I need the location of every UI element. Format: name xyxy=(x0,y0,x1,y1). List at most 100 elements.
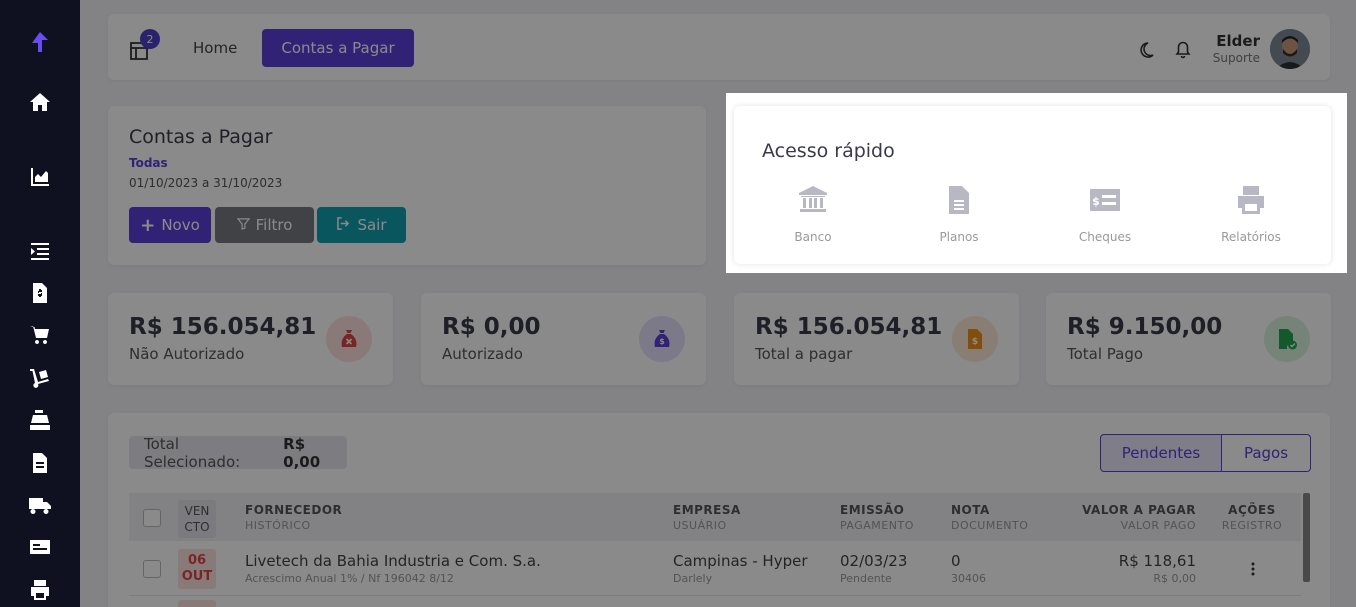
col-fornecedor[interactable]: FORNECEDOR xyxy=(245,503,342,517)
quick-access-panel: Acesso rápido Banco Planos $ Cheques Rel… xyxy=(726,93,1347,273)
row-nota: 0 xyxy=(951,552,961,570)
col-registro: REGISTRO xyxy=(1221,519,1283,532)
plus-icon: + xyxy=(140,214,156,236)
col-emissao[interactable]: EMISSÃO xyxy=(840,503,904,517)
row-fornecedor[interactable]: Livetech da Bahia Industria e Com. S.a. xyxy=(245,552,541,570)
table-scrollbar[interactable] xyxy=(1303,493,1310,582)
stat-label: Total a pagar xyxy=(755,345,853,363)
col-venc-line1: VEN xyxy=(184,504,210,518)
svg-text:$: $ xyxy=(659,337,665,346)
sidebar xyxy=(0,0,80,607)
row-divider xyxy=(129,595,1301,596)
dolly-icon[interactable] xyxy=(26,364,54,392)
row-emissao: 02/03/23 xyxy=(840,552,908,570)
col-valor-pago: VALOR PAGO xyxy=(1120,519,1196,532)
sair-button[interactable]: Sair xyxy=(317,207,406,243)
row-historico: Acrescimo Anual 1% / Nf 196042 8/12 xyxy=(245,572,454,585)
quick-banco-label: Banco xyxy=(794,230,832,244)
brand-logo-icon[interactable] xyxy=(26,28,54,56)
file-icon[interactable] xyxy=(26,449,54,477)
bell-icon[interactable] xyxy=(1173,39,1193,59)
col-nota[interactable]: NOTA xyxy=(951,503,990,517)
printer-icon[interactable] xyxy=(26,576,54,604)
select-all-checkbox[interactable] xyxy=(143,509,161,527)
row-empresa: Campinas - Hyper xyxy=(673,552,808,570)
stat-value: R$ 156.054,81 xyxy=(755,314,943,340)
avatar[interactable] xyxy=(1270,29,1310,69)
col-historico: HISTÓRICO xyxy=(245,519,311,532)
total-selecionado-label: Total Selecionado: xyxy=(144,434,241,471)
filtro-button[interactable]: Filtro xyxy=(215,207,314,243)
chart-icon[interactable] xyxy=(26,163,54,191)
quick-planos[interactable]: Planos xyxy=(899,184,1019,244)
stat-label: Total Pago xyxy=(1067,345,1144,363)
money-check-icon: $ xyxy=(1045,184,1165,216)
row-valor-a-pagar: R$ 118,61 xyxy=(1118,552,1196,570)
user-role: Suporte xyxy=(1212,51,1260,65)
row-venc-day: 06 xyxy=(187,553,207,568)
total-selecionado: Total Selecionado: R$ 0,00 xyxy=(129,434,347,471)
date-range[interactable]: 01/10/2023 a 31/10/2023 xyxy=(129,176,282,190)
money-bag-dollar-icon: $ xyxy=(639,316,685,362)
invoice-dollar-icon[interactable] xyxy=(26,279,54,307)
cash-register-icon[interactable] xyxy=(26,406,54,434)
row-pagamento: Pendente xyxy=(840,572,892,585)
stat-card-total-a-pagar: R$ 156.054,81 Total a pagar $ xyxy=(734,293,1019,385)
cart-plus-icon[interactable] xyxy=(26,321,54,349)
tab-pendentes[interactable]: Pendentes xyxy=(1100,434,1222,472)
quick-access-card: Acesso rápido Banco Planos $ Cheques Rel… xyxy=(734,106,1331,264)
stat-value: R$ 9.150,00 xyxy=(1067,314,1223,340)
quick-banco[interactable]: Banco xyxy=(753,184,873,244)
novo-label: Novo xyxy=(161,216,200,234)
home-icon[interactable] xyxy=(26,88,54,116)
row-valor-pago: R$ 0,00 xyxy=(1153,572,1196,585)
col-acoes: AÇÕES xyxy=(1228,503,1276,517)
bank-icon xyxy=(753,184,873,216)
list-indent-icon[interactable] xyxy=(26,237,54,265)
moon-icon[interactable] xyxy=(1139,40,1159,60)
filtro-label: Filtro xyxy=(255,216,293,234)
row-documento: 30406 xyxy=(951,572,986,585)
quick-access-title: Acesso rápido xyxy=(762,140,895,162)
stat-card-total-pago: R$ 9.150,00 Total Pago xyxy=(1046,293,1331,385)
col-pagamento: PAGAMENTO xyxy=(840,519,914,532)
quick-planos-label: Planos xyxy=(939,230,979,244)
quick-cheques[interactable]: $ Cheques xyxy=(1045,184,1165,244)
quick-relatorios[interactable]: Relatórios xyxy=(1191,184,1311,244)
sign-out-icon xyxy=(336,216,351,234)
nav-home[interactable]: Home xyxy=(193,39,237,57)
user-name[interactable]: Elder xyxy=(1200,32,1260,50)
table-header xyxy=(129,493,1301,541)
col-empresa[interactable]: EMPRESA xyxy=(673,503,741,517)
quick-cheques-label: Cheques xyxy=(1078,230,1132,244)
id-card-icon[interactable] xyxy=(26,533,54,561)
row-venc-month: OUT xyxy=(181,569,213,584)
sair-label: Sair xyxy=(357,216,387,234)
notification-badge: 2 xyxy=(140,29,160,49)
truck-icon[interactable] xyxy=(26,491,54,519)
printer-icon xyxy=(1191,184,1311,216)
col-valor-a-pagar[interactable]: VALOR A PAGAR xyxy=(1060,503,1196,517)
stat-label: Não Autorizado xyxy=(129,345,245,363)
row-usuario: Darlely xyxy=(673,572,713,585)
more-vertical-icon[interactable] xyxy=(1248,561,1258,577)
novo-button[interactable]: + Novo xyxy=(129,207,211,243)
row-checkbox[interactable] xyxy=(143,560,161,578)
col-documento: DOCUMENTO xyxy=(951,519,1029,532)
row-vencimento-next xyxy=(178,600,216,607)
svg-text:$: $ xyxy=(972,337,978,347)
col-venc-line2: CTO xyxy=(184,520,210,534)
status-tabs: Pendentes Pagos xyxy=(1100,434,1311,472)
invoice-dollar-icon: $ xyxy=(952,316,998,362)
page-title: Contas a Pagar xyxy=(129,126,273,148)
nav-contas-a-pagar[interactable]: Contas a Pagar xyxy=(262,29,414,67)
total-selecionado-value: R$ 0,00 xyxy=(283,434,321,471)
tab-pagos[interactable]: Pagos xyxy=(1222,434,1311,472)
quick-relatorios-label: Relatórios xyxy=(1221,230,1281,244)
col-vencimento[interactable]: VEN CTO xyxy=(178,500,216,538)
col-usuario: USUÁRIO xyxy=(673,519,727,532)
stat-value: R$ 156.054,81 xyxy=(129,314,317,340)
filter-status[interactable]: Todas xyxy=(129,156,168,170)
stat-card-autorizado: R$ 0,00 Autorizado $ xyxy=(421,293,706,385)
stat-card-nao-autorizado: R$ 156.054,81 Não Autorizado xyxy=(108,293,393,385)
